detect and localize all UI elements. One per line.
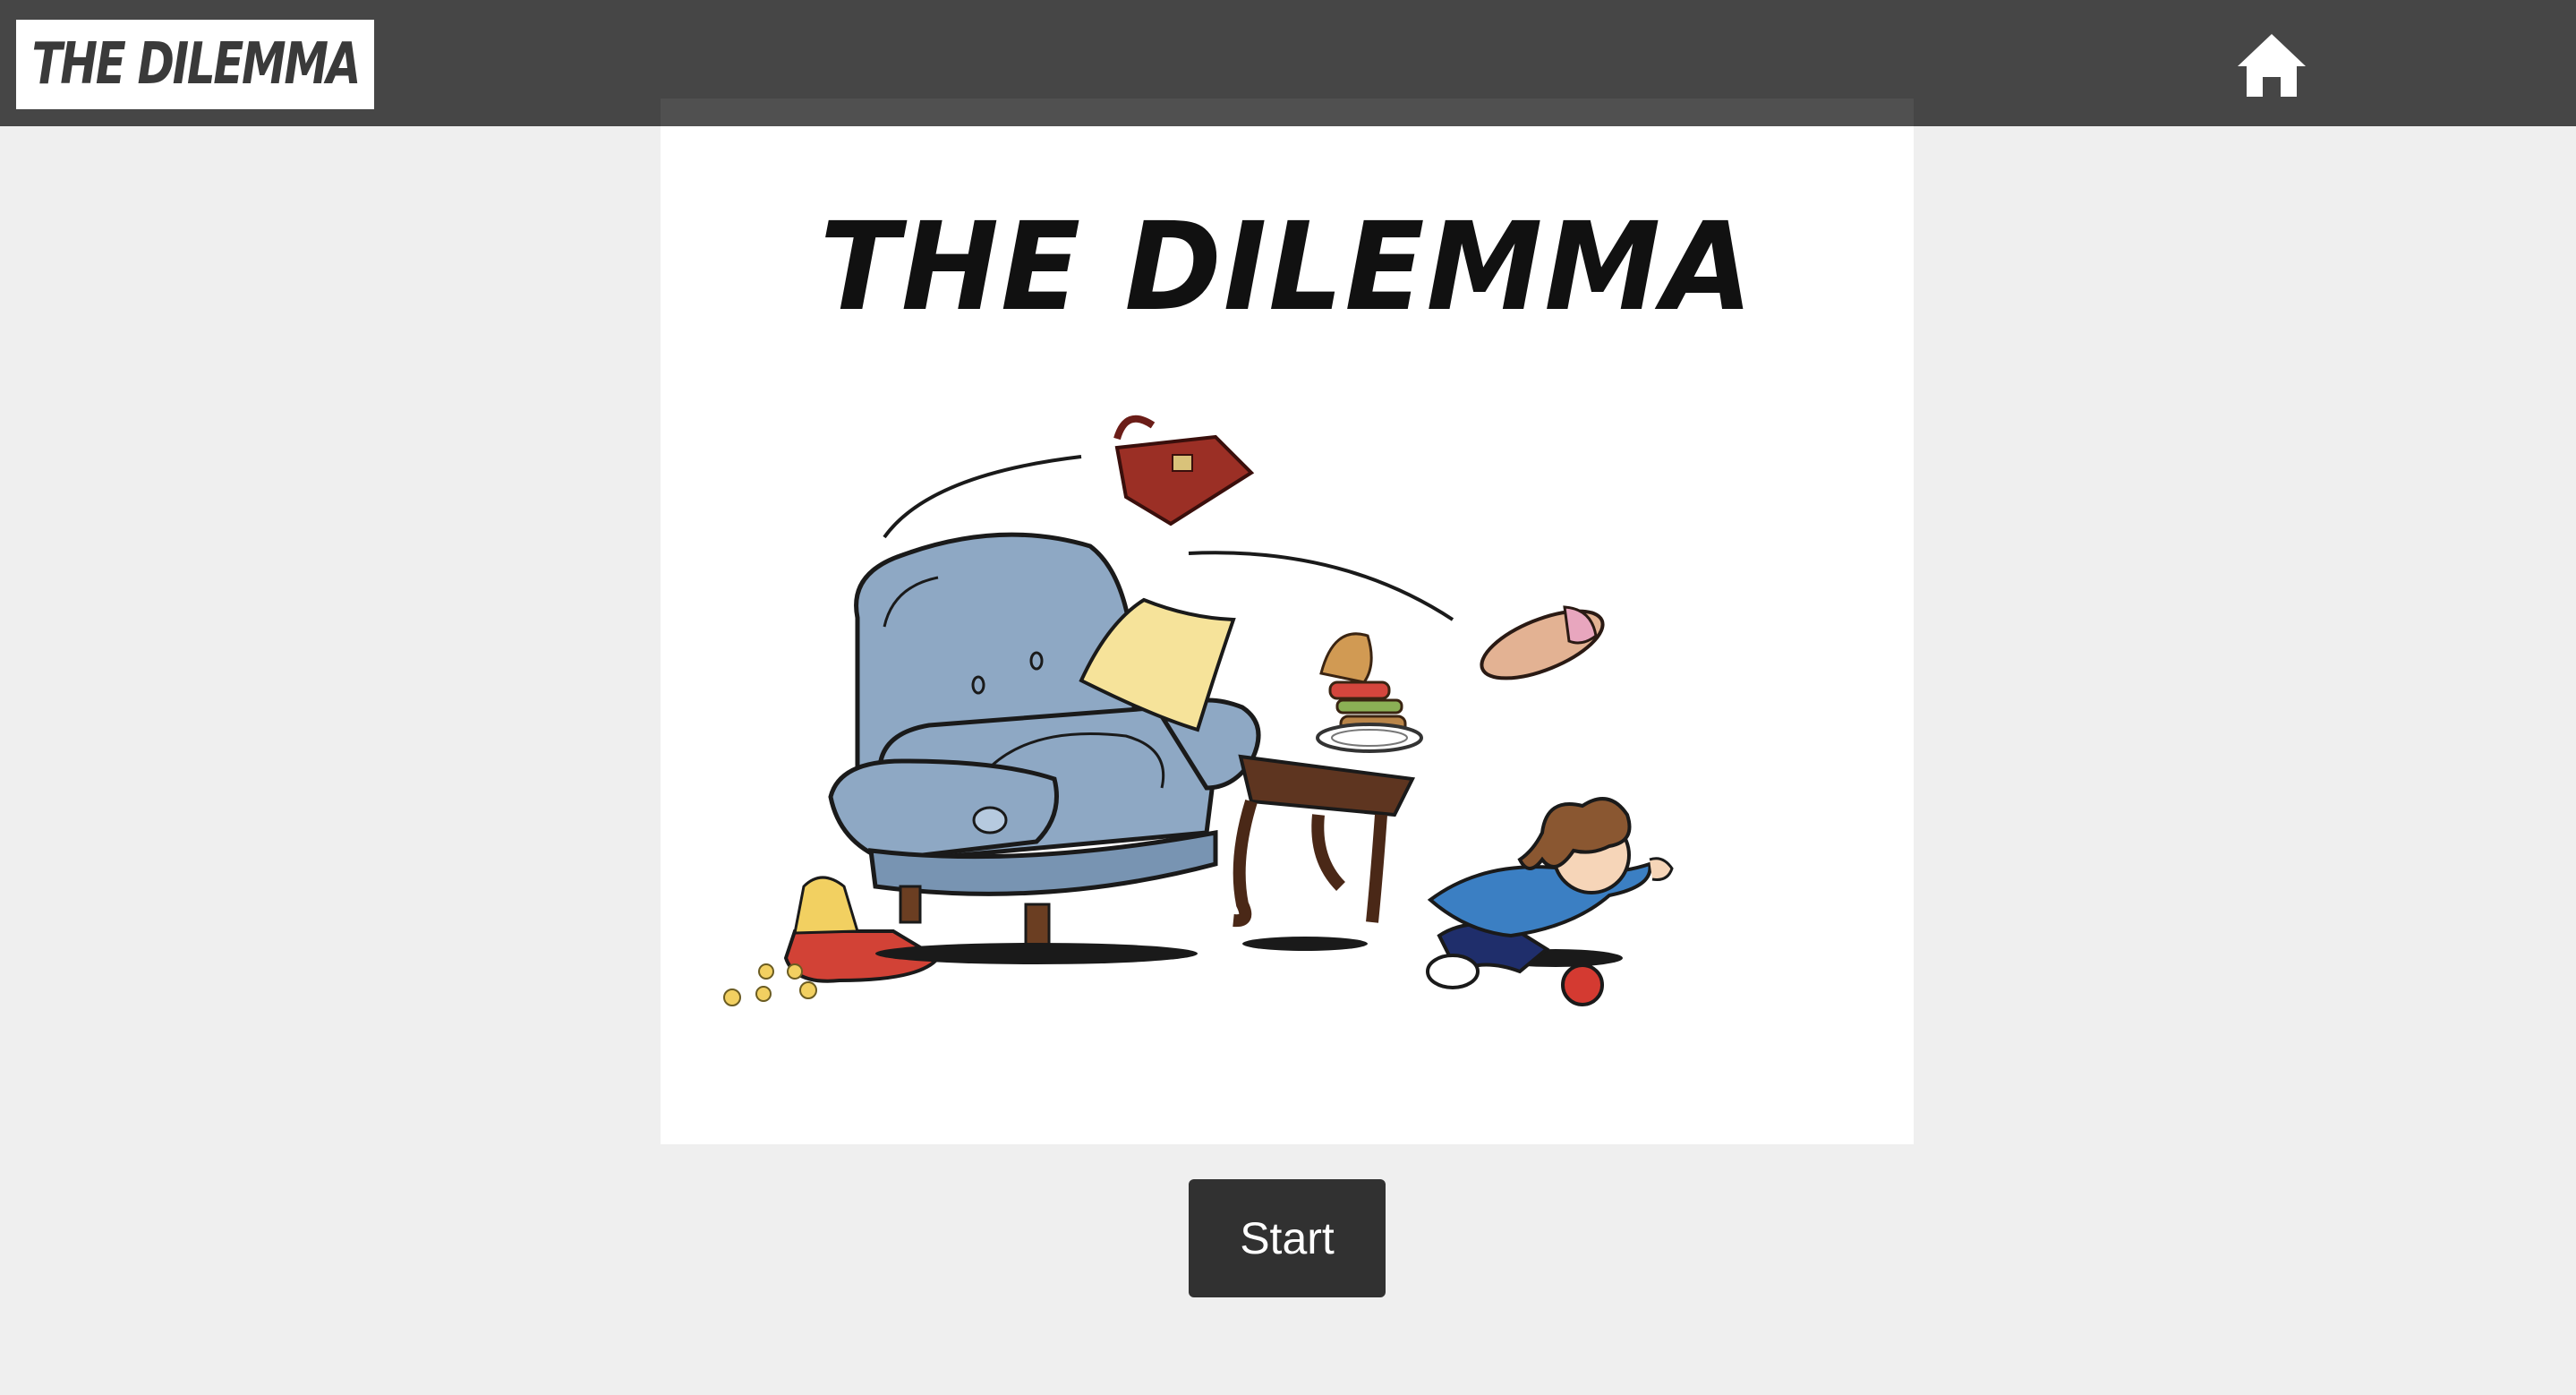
panel-top-overlap — [661, 98, 1914, 126]
logo-text: THE DILEMMA — [31, 31, 361, 98]
comic-cover-panel: THE DILEMMA — [661, 98, 1914, 1144]
start-button[interactable]: Start — [1189, 1179, 1386, 1297]
comic-title: THE DILEMMA — [819, 197, 1755, 338]
home-button[interactable] — [2234, 30, 2309, 100]
home-icon — [2238, 34, 2306, 97]
site-logo[interactable]: THE DILEMMA — [16, 20, 374, 109]
